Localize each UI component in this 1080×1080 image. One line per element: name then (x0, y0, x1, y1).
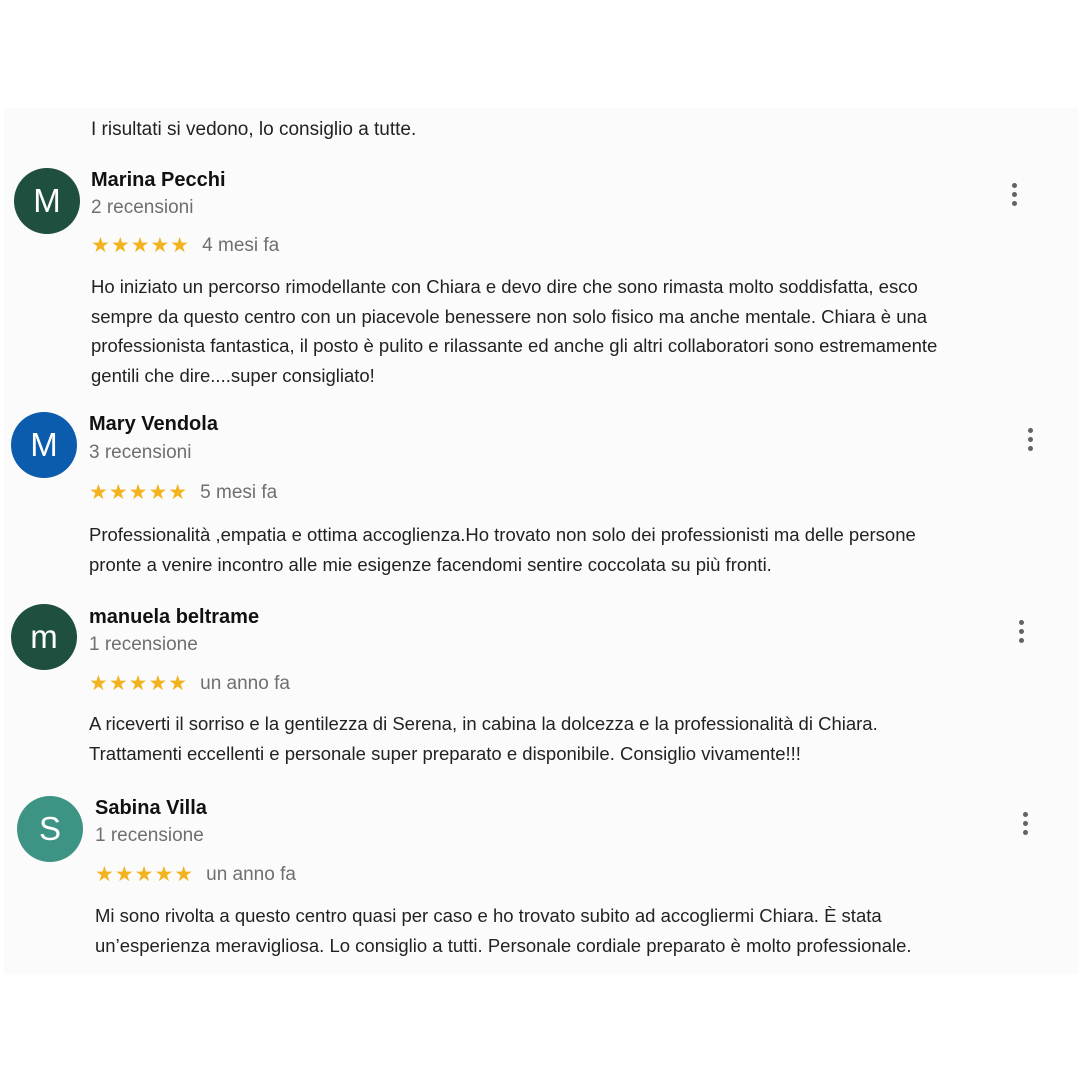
star-rating: ★★★★★ (89, 672, 189, 695)
previous-review-text: I risultati si vedono, lo consiglio a tu… (91, 119, 417, 140)
review-text-line: professionista fantastica, il posto è pu… (91, 335, 938, 356)
review-text: A riceverti il sorriso e la gentilezza d… (89, 709, 878, 768)
review-text-line: Mi sono rivolta a questo centro quasi pe… (95, 905, 882, 926)
review-time: 5 mesi fa (200, 481, 278, 503)
review-time: un anno fa (206, 863, 296, 885)
more-options-icon[interactable] (1009, 183, 1019, 206)
more-options-icon[interactable] (1016, 620, 1026, 643)
review-text: Ho iniziato un percorso rimodellante con… (91, 272, 937, 390)
rating-row: ★★★★★ 5 mesi fa (89, 480, 277, 505)
review-text: Mi sono rivolta a questo centro quasi pe… (95, 901, 912, 960)
review-text-line: Trattamenti eccellenti e personale super… (89, 742, 801, 764)
review-text-line: un’esperienza meravigliosa. Lo consiglio… (95, 934, 912, 956)
review-time: 4 mesi fa (202, 234, 280, 256)
reviewer-name[interactable]: Sabina Villa (95, 797, 207, 820)
review-text-line: Professionalità ,empatia e ottima accogl… (89, 524, 916, 545)
rating-row: ★★★★★ un anno fa (95, 862, 296, 887)
rating-row: ★★★★★ un anno fa (89, 671, 290, 696)
review-time: un anno fa (200, 672, 290, 694)
review-count: 3 recensioni (89, 442, 192, 463)
star-rating: ★★★★★ (91, 234, 191, 257)
review-count: 1 recensione (95, 825, 204, 846)
review-text-line: Ho iniziato un percorso rimodellante con… (91, 276, 918, 297)
more-options-icon[interactable] (1020, 812, 1030, 835)
avatar[interactable]: m (11, 604, 77, 670)
star-rating: ★★★★★ (89, 481, 189, 504)
rating-row: ★★★★★ 4 mesi fa (91, 233, 279, 258)
review-count: 2 recensioni (91, 197, 194, 218)
reviewer-name[interactable]: manuela beltrame (89, 606, 259, 629)
review-text-line: A riceverti il sorriso e la gentilezza d… (89, 713, 878, 734)
more-options-icon[interactable] (1025, 428, 1035, 451)
review-text: Professionalità ,empatia e ottima accogl… (89, 520, 916, 579)
review-text-line: sempre da questo centro con un piacevole… (91, 305, 928, 327)
avatar[interactable]: M (14, 168, 80, 234)
reviewer-name[interactable]: Marina Pecchi (91, 169, 226, 192)
reviewer-name[interactable]: Mary Vendola (89, 413, 218, 436)
review-count: 1 recensione (89, 634, 198, 655)
review-text-line: gentili che dire....super consigliato! (91, 364, 375, 386)
review-text-line: pronte a venire incontro alle mie esigen… (89, 553, 772, 575)
star-rating: ★★★★★ (95, 863, 195, 886)
avatar[interactable]: M (11, 412, 77, 478)
avatar[interactable]: S (17, 796, 83, 862)
